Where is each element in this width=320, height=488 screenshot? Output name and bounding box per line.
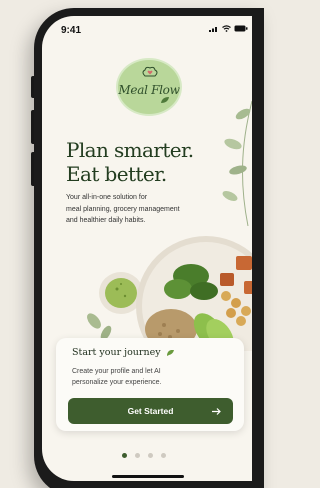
chef-hat-heart-icon bbox=[142, 66, 158, 77]
headline-line-1: Plan smarter. bbox=[66, 138, 194, 162]
card-title: Start your journey bbox=[72, 347, 175, 358]
onboarding-card: Start your journey Create your profile a… bbox=[56, 338, 244, 431]
status-icons bbox=[209, 25, 248, 32]
home-indicator[interactable] bbox=[112, 475, 184, 478]
pagination-dot-2[interactable] bbox=[135, 453, 140, 458]
wifi-icon bbox=[222, 25, 231, 32]
headline-line-2: Eat better. bbox=[66, 162, 167, 186]
status-time: 9:41 bbox=[61, 25, 82, 36]
pagination-dot-3[interactable] bbox=[148, 453, 153, 458]
pagination-dot-4[interactable] bbox=[161, 453, 166, 458]
pagination-dots bbox=[122, 453, 166, 458]
headline: Plan smarter. Eat better. bbox=[66, 138, 241, 186]
card-title-text: Start your journey bbox=[72, 347, 161, 358]
signal-icon bbox=[209, 27, 217, 32]
food-bowl-illustration bbox=[87, 236, 252, 351]
get-started-label: Get Started bbox=[127, 406, 174, 416]
arrow-right-icon bbox=[212, 407, 221, 415]
sprout-icon bbox=[166, 349, 174, 356]
pagination-dot-1[interactable] bbox=[122, 453, 127, 458]
meal-flow-logo: Meal Flow bbox=[116, 58, 182, 116]
card-description-line-2: personalize your experience. bbox=[72, 379, 162, 386]
logo-leaf-icon bbox=[161, 97, 169, 103]
battery-icon bbox=[234, 25, 248, 32]
subtext-line-1: Your all-in-one solution for bbox=[66, 194, 148, 201]
card-description: Create your profile and let AI personali… bbox=[72, 366, 222, 388]
get-started-button[interactable]: Get Started bbox=[68, 398, 233, 424]
subtext-line-2: meal planning, grocery management bbox=[66, 205, 180, 213]
card-description-line-1: Create your profile and let AI bbox=[72, 368, 161, 375]
app-screen: 9:41 Meal Flow Plan smarter. Eat better.… bbox=[42, 16, 252, 481]
logo-wordmark: Meal Flow bbox=[118, 83, 180, 97]
